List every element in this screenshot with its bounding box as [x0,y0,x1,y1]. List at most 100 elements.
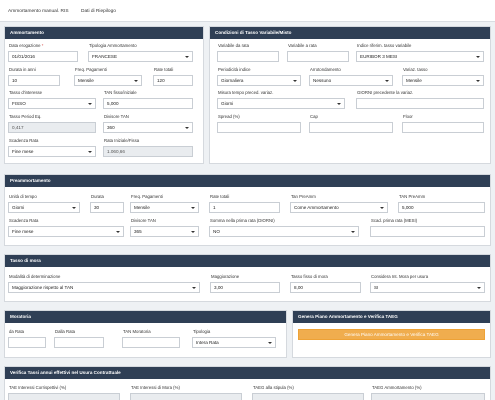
tan-preamm-value-input[interactable]: 5,000 [398,202,485,213]
chevron-down-icon [268,341,272,344]
tan-moratoria-label: TAN Moratoria [123,329,151,334]
tipologia-label: Tipologia Ammortamento [89,43,137,48]
floor-input[interactable] [402,122,484,133]
variabile-a-input[interactable] [287,51,349,62]
durata-label: Durata in anni [9,67,36,72]
scad-prima-rata-input[interactable] [370,226,485,237]
pre-durata-input[interactable]: 30 [90,202,124,213]
maggiorazione-label: Maggiorazione [211,274,240,279]
chevron-down-icon [185,126,189,129]
scadenza-rata-label: Scadenza Rata [9,138,39,143]
scadenza-rata-select[interactable]: Fine mese [8,146,96,157]
chevron-down-icon [134,79,138,82]
freq-pagamenti-label: Freq. Pagamenti [75,67,107,72]
modalita-label: Modalità di determinazione [9,274,61,279]
chevron-down-icon [337,102,341,105]
durata-input[interactable]: 10 [8,75,60,86]
tasso-interesse-select[interactable]: FISSO [8,98,96,109]
pre-scadenza-select[interactable]: Fine mese [8,226,124,237]
maggiorazione-input[interactable]: 3,00 [210,282,280,293]
arrotondamento-label: Arrotondamento [310,67,341,72]
periodicita-select[interactable]: Giornaliera [217,75,301,86]
divisore-tan-select[interactable]: 360 [103,122,193,133]
chevron-down-icon [380,206,384,209]
chevron-down-icon [88,150,92,153]
genera-piano-button[interactable]: Genera Piano Ammortamento e Verifica TAE… [298,329,485,340]
moratoria-dalla-rata-label: Dalla Rata [55,329,76,334]
tasso-fisso-mora-label: Tasso fisso di mora [291,274,328,279]
considera-mora-label: Considera Int. Mora per usura [371,274,429,279]
tasso-interesse-label: Tasso d'interesse [9,90,43,95]
pre-rate-totali-input[interactable]: 1 [209,202,280,213]
taeg-ammortamento-label: TAEG Ammortamento (%) [372,385,422,390]
preammortamento-title: Preammortamento [5,175,490,187]
moratoria-title: Moratoria [5,311,286,323]
variaz-tasso-select[interactable]: Mensile [402,75,484,86]
tan-preamm-select[interactable]: Come Ammortamento [290,202,388,213]
modalita-select[interactable]: Maggiorazione rispetto al TAN [8,282,200,293]
pre-freq-select[interactable]: Mensile [130,202,199,213]
indice-label: Indice riferim. tasso variabile [357,43,412,48]
moratoria-dalla-rata-input[interactable] [54,337,104,348]
giorni-precedente-input[interactable] [356,98,484,109]
chevron-down-icon [293,79,297,82]
variabile-da-input[interactable] [217,51,279,62]
tasso-mora-title: Tasso di mora [5,255,490,267]
considera-mora-select[interactable]: SI [370,282,485,293]
periodicita-label: Periodicità indice [218,67,251,72]
tasso-period-label: Tasso Period Eq. [9,114,42,119]
top-nav: Ammortamento manual. RIS Dati di Riepilo… [0,0,495,22]
condizioni-tasso-panel: Condizioni di Tasso Variabile/Misto [209,26,491,164]
variabile-a-label: Variabile a rata [288,43,317,48]
unita-tempo-select[interactable]: Giorni [8,202,80,213]
moratoria-da-rata-input[interactable] [8,337,46,348]
chevron-down-icon [116,230,120,233]
chevron-down-icon [192,286,196,289]
cap-label: Cap [310,114,318,119]
tab-dati-riepilogo[interactable]: Dati di Riepilogo [81,9,116,14]
misura-tempo-label: Misura tempo preced. variaz. [218,90,274,95]
tae-corrispettivi-label: TAE Interessi Corrispettivi (%) [9,385,67,390]
tasso-period-field: 0,417 [8,122,96,133]
rate-totali-label: Rate totali [154,67,174,72]
chevron-down-icon [185,55,189,58]
moratoria-panel: Moratoria [4,310,287,358]
spread-input[interactable] [217,122,301,133]
spread-label: Spread (%) [218,114,240,119]
moratoria-da-rata-label: da Rata [9,329,25,334]
rate-totali-input[interactable]: 120 [153,75,193,86]
tipologia-moratoria-label: Tipologia [193,329,211,334]
freq-pagamenti-select[interactable]: Mensile [74,75,142,86]
chevron-down-icon [191,230,195,233]
cap-input[interactable] [309,122,393,133]
tasso-fisso-mora-input[interactable]: 8,00 [290,282,361,293]
variaz-tasso-label: Variaz. tasso [403,67,428,72]
data-erogazione-input[interactable]: 01/01/2016 [8,51,78,62]
chevron-down-icon [88,102,92,105]
somma-prima-rata-select[interactable]: NO [209,226,359,237]
tan-moratoria-input[interactable] [122,337,180,348]
rata-iniziale-label: Rata Iniziale/Fissa [104,138,140,143]
tipologia-moratoria-select[interactable]: Intera Rata [192,337,276,348]
tipologia-select[interactable]: FRANCESE [88,51,193,62]
tae-mora-label: TAE Interessi di Mora (%) [131,385,180,390]
tan-fisso-input[interactable]: 5,000 [103,98,193,109]
verifica-tassi-title: Verifica Tassi annui effettivi nel Usura… [5,367,490,379]
chevron-down-icon [476,79,480,82]
arrotondamento-select[interactable]: Nessuno [309,75,393,86]
tab-ammortamento-manual[interactable]: Ammortamento manual. RIS [8,9,69,14]
chevron-down-icon [191,206,195,209]
tan-preamm-label: Tan PreAmm [291,194,316,199]
indice-select[interactable]: EURIBOR 3 MESI [356,51,484,62]
ammortamento-title: Ammortamento [5,27,203,39]
scad-prima-rata-label: Scad. prima rata (MESI) [371,218,418,223]
variabile-da-label: Variabile da rata [218,43,249,48]
tae-mora-field [130,393,242,400]
giorni-precedente-label: GIORNI precedente la variaz. [357,90,414,95]
misura-tempo-select[interactable]: Giorni [217,98,345,109]
chevron-down-icon [351,230,355,233]
taeg-stipula-label: TAEG alla stipula (%) [253,385,294,390]
pre-durata-label: Durata [91,194,104,199]
chevron-down-icon [385,79,389,82]
pre-divisore-select[interactable]: 365 [130,226,199,237]
